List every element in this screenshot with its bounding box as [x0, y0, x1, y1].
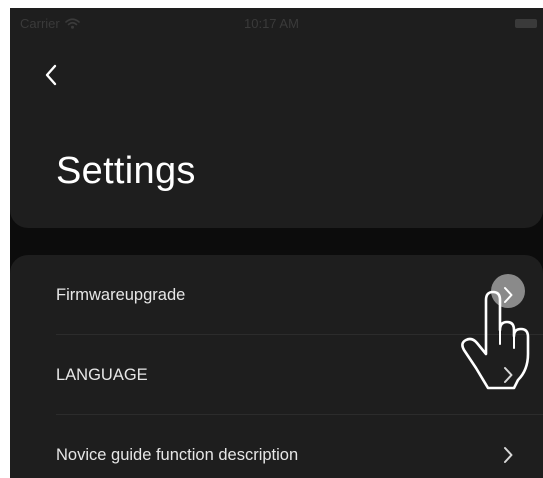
- battery-icon: [515, 19, 537, 28]
- settings-list: Firmwareupgrade LANGUAGE Novice guide fu…: [10, 255, 543, 478]
- phone-screen: Carrier 10:17 AM Settings Firmwareupgrad…: [10, 8, 543, 478]
- status-time: 10:17 AM: [244, 16, 299, 31]
- carrier-label: Carrier: [20, 16, 60, 31]
- carrier-group: Carrier: [20, 16, 80, 31]
- settings-item-novice-guide[interactable]: Novice guide function description: [10, 415, 543, 478]
- wifi-icon: [64, 18, 80, 29]
- settings-item-label: Novice guide function description: [56, 446, 299, 464]
- page-title: Settings: [56, 150, 196, 192]
- settings-item-label: Firmwareupgrade: [56, 286, 186, 304]
- settings-item-label: LANGUAGE: [56, 366, 148, 384]
- settings-item-firmware-upgrade[interactable]: Firmwareupgrade: [10, 255, 543, 335]
- chevron-right-icon: [504, 287, 513, 303]
- header-card: Carrier 10:17 AM Settings: [10, 8, 543, 228]
- chevron-left-icon: [45, 64, 57, 86]
- settings-item-language[interactable]: LANGUAGE: [10, 335, 543, 415]
- chevron-right-icon: [504, 367, 513, 383]
- chevron-right-icon: [504, 447, 513, 463]
- status-bar: Carrier 10:17 AM: [10, 8, 543, 40]
- back-button[interactable]: [34, 58, 68, 92]
